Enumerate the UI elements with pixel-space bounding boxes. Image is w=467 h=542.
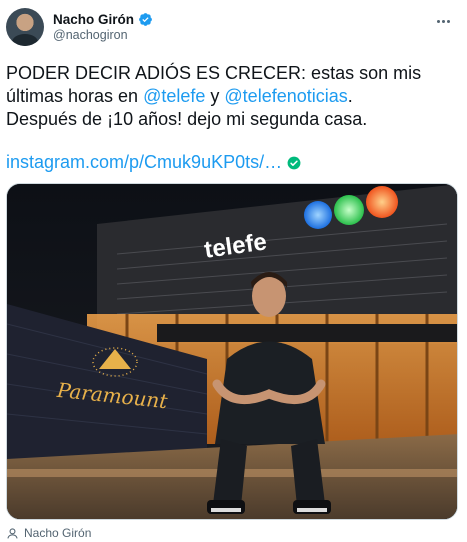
- external-link-row: instagram.com/p/Cmuk9uKP0ts/…: [6, 151, 301, 174]
- tweet-text: PODER DECIR ADIÓS ES CRECER: estas son m…: [6, 62, 461, 131]
- text-segment: PODER DECIR ADIÓS ES CRECER: estas son m…: [6, 63, 422, 83]
- verified-link-icon: [287, 156, 301, 169]
- logo-orb-blue: [304, 201, 332, 229]
- verified-badge-icon: [139, 12, 152, 26]
- photo-scene: telefe Paramount: [7, 184, 457, 519]
- text-segment: Después de ¡10 años! dejo mi segunda cas…: [6, 109, 368, 129]
- author-handle[interactable]: @nachogiron: [53, 28, 128, 42]
- author-display-name[interactable]: Nacho Girón: [53, 12, 134, 27]
- person-icon: [7, 527, 18, 539]
- tweet-header: Nacho Girón @nachogiron: [6, 6, 461, 52]
- text-segment: y: [205, 86, 225, 106]
- tweet-text-line-2: últimas horas en @telefe y @telefenotici…: [6, 85, 461, 108]
- tweet-text-line-1: PODER DECIR ADIÓS ES CRECER: estas son m…: [6, 62, 461, 85]
- tweet-text-line-3: Después de ¡10 años! dejo mi segunda cas…: [6, 108, 461, 131]
- mention-telefenoticias-link[interactable]: @telefenoticias: [224, 86, 347, 106]
- text-segment: últimas horas en: [6, 86, 144, 106]
- more-options-icon[interactable]: [431, 11, 455, 31]
- logo-orb-orange: [366, 186, 398, 218]
- instagram-link[interactable]: instagram.com/p/Cmuk9uKP0ts/…: [6, 152, 282, 173]
- text-segment: .: [347, 86, 353, 106]
- logo-orb-green: [334, 195, 364, 225]
- mention-telefe-link[interactable]: @telefe: [143, 86, 205, 106]
- tagged-user-name[interactable]: Nacho Girón: [24, 526, 91, 540]
- avatar[interactable]: [6, 8, 44, 46]
- tweet-photo[interactable]: telefe Paramount: [6, 183, 458, 520]
- tagged-user-row[interactable]: Nacho Girón: [6, 524, 91, 542]
- author-name-row: Nacho Girón: [53, 10, 153, 28]
